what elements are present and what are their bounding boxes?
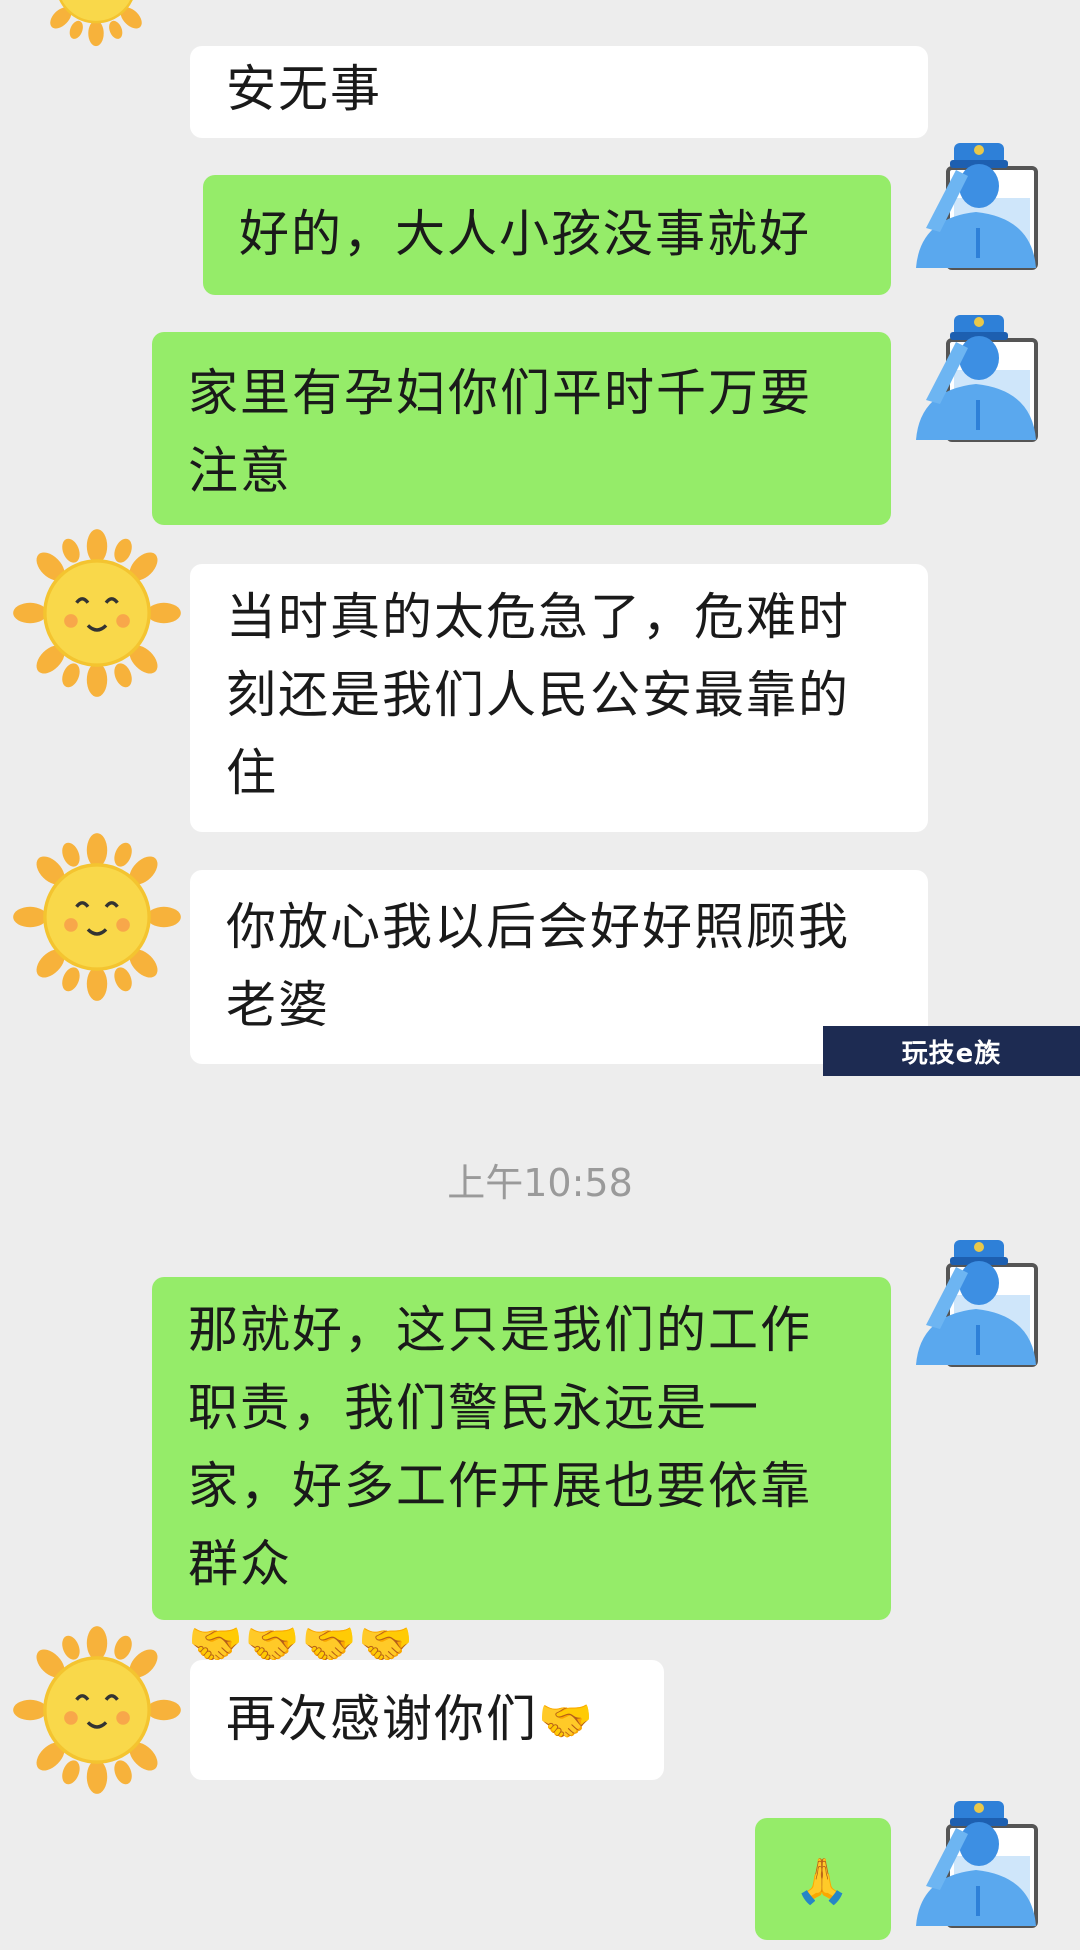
- smiling-sun-icon: [11, 831, 183, 1003]
- outgoing-message-bubble[interactable]: 好的，大人小孩没事就好: [203, 175, 891, 295]
- outgoing-message-bubble[interactable]: 🙏: [755, 1818, 891, 1940]
- smiling-sun-icon: [11, 1624, 183, 1796]
- contact-avatar[interactable]: [2, 831, 192, 1003]
- incoming-message-bubble[interactable]: 安无事: [190, 46, 928, 138]
- message-text: 那就好，这只是我们的工作职责，我们警民永远是一家，好多工作开展也要依靠群众: [188, 1301, 812, 1593]
- message-text: 你放心我以后会好好照顾我老婆: [226, 898, 850, 1034]
- police-officer-icon: [914, 1799, 1038, 1928]
- self-avatar[interactable]: [906, 1786, 1046, 1936]
- message-timestamp: 上午10:58: [447, 1161, 633, 1205]
- message-text: 再次感谢你们: [226, 1690, 538, 1748]
- self-avatar[interactable]: [906, 128, 1046, 278]
- outgoing-message-bubble[interactable]: 那就好，这只是我们的工作职责，我们警民永远是一家，好多工作开展也要依靠群众 🤝🤝…: [152, 1277, 891, 1670]
- message-text: 好的，大人小孩没事就好: [239, 205, 811, 263]
- outgoing-message-bubble[interactable]: 家里有孕妇你们平时千万要注意: [152, 332, 891, 525]
- contact-avatar[interactable]: [2, 527, 192, 699]
- police-officer-icon: [914, 1238, 1038, 1367]
- incoming-message-bubble[interactable]: 当时真的太危急了，危难时刻还是我们人民公安最靠的住: [190, 564, 928, 832]
- contact-avatar[interactable]: [2, 1624, 192, 1796]
- smiling-sun-icon: [11, 527, 183, 699]
- watermark-badge: 玩技e族: [823, 1026, 1080, 1076]
- self-avatar[interactable]: [906, 300, 1046, 450]
- contact-avatar[interactable]: [36, 0, 156, 62]
- praying-hands-emoji: 🙏: [794, 1856, 852, 1907]
- handshake-emoji: 🤝: [538, 1696, 595, 1747]
- message-text: 家里有孕妇你们平时千万要注意: [188, 364, 812, 500]
- self-avatar[interactable]: [906, 1225, 1046, 1375]
- message-text: 安无事: [226, 60, 382, 118]
- message-text: 当时真的太危急了，危难时刻还是我们人民公安最靠的住: [226, 588, 850, 802]
- police-officer-icon: [914, 141, 1038, 270]
- incoming-message-bubble[interactable]: 再次感谢你们🤝: [190, 1660, 664, 1780]
- police-officer-icon: [914, 313, 1038, 442]
- incoming-message-bubble[interactable]: 你放心我以后会好好照顾我老婆: [190, 870, 928, 1064]
